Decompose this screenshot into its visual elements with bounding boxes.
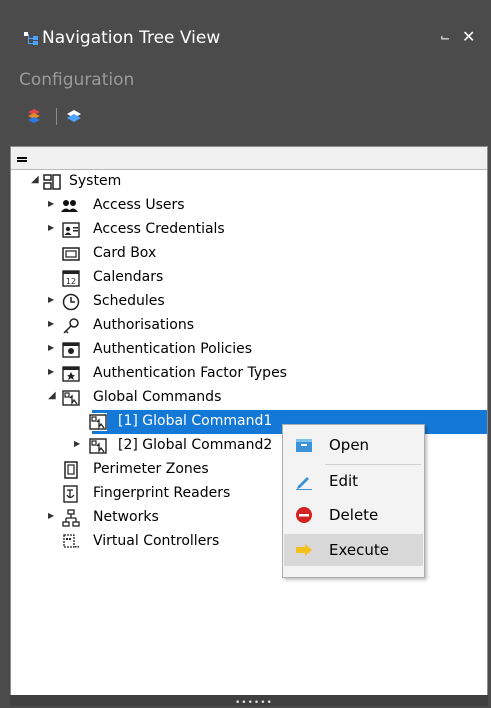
menu-item-edit[interactable]: Edit — [284, 465, 423, 497]
tree-item-label: Card Box — [93, 245, 157, 261]
key-icon — [63, 318, 79, 334]
global-command-icon — [62, 390, 80, 406]
expand-arrow-icon[interactable]: ▶ — [48, 295, 58, 305]
global-command-icon — [89, 413, 107, 431]
panel-title: Navigation Tree View — [42, 28, 221, 48]
tree-item-label: Access Users — [93, 197, 185, 213]
network-icon — [62, 509, 80, 527]
tree-item[interactable]: ▶ Authorisations — [11, 314, 487, 338]
layers-color-icon[interactable] — [26, 108, 42, 124]
factor-icon — [62, 366, 80, 382]
tree-item[interactable]: Card Box — [11, 242, 487, 266]
global-command-icon — [89, 438, 107, 454]
collapse-arrow-icon[interactable]: ◢ — [31, 175, 41, 185]
calendar-icon: 12 — [62, 270, 80, 287]
menu-item-label: Open — [329, 436, 370, 454]
arrow-right-icon — [296, 544, 312, 556]
clock-icon — [62, 293, 80, 311]
tree-item[interactable]: ◢ Global Commands — [11, 386, 487, 410]
policy-icon — [62, 342, 80, 358]
context-menu: Open Edit Delete Execute — [282, 424, 425, 578]
tree-item[interactable]: ▶ Authentication Policies — [11, 338, 487, 362]
expand-arrow-icon[interactable]: ▶ — [48, 343, 58, 353]
toolbar-divider — [56, 108, 57, 125]
svg-text:12: 12 — [66, 277, 76, 286]
menu-item-open[interactable]: Open — [284, 429, 423, 461]
tree-item-label: System — [69, 173, 122, 189]
expand-arrow-icon[interactable]: ▶ — [48, 199, 58, 209]
card-box-icon — [62, 247, 80, 261]
tree-container: ◢ System ▶ Access Users ▶ Access Credentials C… — [10, 146, 488, 696]
users-icon — [61, 200, 78, 212]
tree-item-label: Authorisations — [93, 317, 195, 333]
pencil-icon — [296, 477, 312, 490]
tree-item-label: [1] Global Command1 — [118, 413, 273, 429]
navigation-panel: Navigation Tree View ⌙ ✕ Configuration ◢… — [0, 0, 491, 708]
tree-item[interactable]: ▶ Schedules — [11, 290, 487, 314]
menu-item-label: Edit — [329, 472, 359, 490]
zone-icon — [64, 461, 78, 479]
tree-item-label: Virtual Controllers — [93, 533, 220, 549]
expand-arrow-icon[interactable]: ▶ — [74, 415, 84, 425]
collapse-arrow-icon[interactable]: ◢ — [48, 391, 58, 401]
tree-item-label: Access Credentials — [93, 221, 225, 237]
tree-item[interactable]: ▶ Access Credentials — [11, 218, 487, 242]
expand-arrow-icon[interactable]: ▶ — [48, 511, 58, 521]
fingerprint-icon — [63, 485, 78, 503]
delete-icon — [296, 507, 312, 523]
column-header[interactable] — [11, 147, 487, 170]
expand-arrow-icon[interactable]: ▶ — [48, 367, 58, 377]
tree-item-label: Authentication Policies — [93, 341, 253, 357]
column-grip-icon[interactable] — [17, 157, 27, 159]
menu-separator — [325, 464, 421, 465]
tree-item-label: Fingerprint Readers — [93, 485, 231, 501]
close-icon[interactable]: ✕ — [462, 27, 475, 46]
tree-item-label: Calendars — [93, 269, 164, 285]
tree-item-label: Global Commands — [93, 389, 222, 405]
system-icon — [43, 174, 61, 190]
menu-item-label: Execute — [329, 541, 389, 559]
panel-titlebar[interactable]: Navigation Tree View ⌙ ✕ — [0, 0, 491, 60]
menu-item-label: Delete — [329, 506, 379, 524]
tree-item-label: Authentication Factor Types — [93, 365, 287, 381]
tree-item[interactable]: ▶ Access Users — [11, 194, 487, 218]
expand-arrow-icon[interactable]: ▶ — [48, 223, 58, 233]
expand-arrow-icon[interactable]: ▶ — [48, 319, 58, 329]
expand-arrow-icon[interactable]: ▶ — [74, 439, 84, 449]
credentials-icon — [62, 222, 80, 238]
tree-item-label: [2] Global Command2 — [118, 437, 273, 453]
layers-icon[interactable] — [66, 108, 82, 124]
tree-item-label: Networks — [93, 509, 159, 525]
pin-icon[interactable]: ⌙ — [440, 30, 450, 44]
menu-item-execute[interactable]: Execute — [284, 534, 423, 566]
folder-icon — [296, 439, 312, 452]
resize-grip-icon[interactable]: •••••• — [235, 698, 273, 708]
tree-item[interactable]: 12 Calendars — [11, 266, 487, 290]
menu-item-delete[interactable]: Delete — [284, 499, 423, 531]
tree-item[interactable]: ▶ Authentication Factor Types — [11, 362, 487, 386]
tree-view-icon — [24, 32, 38, 45]
section-title: Configuration — [19, 70, 135, 90]
tree-item-label: Perimeter Zones — [93, 461, 209, 477]
tree-item-label: Schedules — [93, 293, 165, 309]
tree-item[interactable]: ◢ System — [11, 170, 487, 194]
controller-icon — [63, 534, 79, 548]
